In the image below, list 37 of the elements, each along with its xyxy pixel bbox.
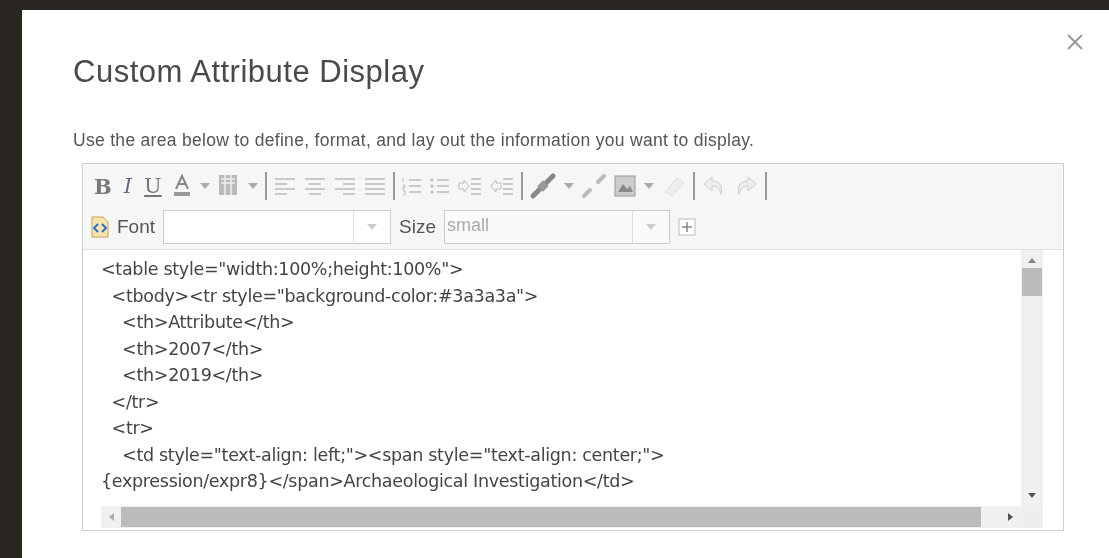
vertical-scrollbar[interactable] — [1021, 250, 1043, 506]
plus-icon[interactable] — [678, 218, 696, 236]
indent-icon[interactable] — [456, 175, 483, 197]
caret-icon[interactable] — [198, 182, 211, 190]
caret-icon[interactable] — [562, 182, 575, 190]
close-icon[interactable] — [1065, 32, 1085, 52]
link-icon[interactable] — [528, 172, 557, 200]
caret-icon[interactable] — [246, 182, 259, 190]
dialog-title: Custom Attribute Display — [73, 54, 425, 90]
size-dropdown[interactable]: small — [444, 210, 670, 244]
align-icon[interactable] — [332, 175, 357, 197]
description-text: Use the area below to define, format, and lay out the information you want to display. — [73, 130, 756, 151]
caret-icon[interactable] — [366, 223, 379, 231]
font-dropdown[interactable] — [163, 210, 392, 244]
horizontal-scrollbar[interactable] — [101, 506, 1021, 528]
image-icon[interactable] — [612, 174, 637, 198]
unlink-icon[interactable] — [580, 173, 607, 199]
format-button[interactable]: B — [91, 173, 115, 199]
scroll-right-arrow-icon[interactable] — [1007, 512, 1015, 522]
scroll-left-arrow-icon[interactable] — [107, 512, 115, 522]
caret-icon[interactable] — [642, 182, 655, 190]
outdent-icon[interactable] — [488, 175, 515, 197]
scrollbar-thumb[interactable] — [121, 507, 981, 527]
caret-icon[interactable] — [645, 223, 657, 231]
source-code-icon[interactable] — [91, 216, 109, 238]
scroll-down-arrow-icon[interactable] — [1027, 492, 1037, 500]
scroll-up-arrow-icon[interactable] — [1027, 256, 1037, 264]
font-label: Font — [117, 216, 156, 238]
code-editor[interactable]: <table style="width:100%;height:100%"> <tbody><tr style="background-color:#3a3a3a"> <th>Attribute</th> <th>2007</th> <th>2019</th> </tr> <tr> <td style="text-align: left;"><span style="text-align: center;"> {expression/expr8}</span>Archaeological Investigation</td> — [101, 250, 1021, 506]
align-icon[interactable] — [302, 175, 327, 197]
format-button[interactable]: I — [120, 174, 136, 198]
size-label: Size — [399, 216, 436, 238]
align-icon[interactable] — [362, 175, 387, 197]
numbered-list-icon[interactable] — [400, 175, 423, 197]
align-icon[interactable] — [272, 175, 297, 197]
format-button[interactable]: U — [141, 174, 165, 198]
scrollbar-thumb[interactable] — [1022, 268, 1042, 296]
